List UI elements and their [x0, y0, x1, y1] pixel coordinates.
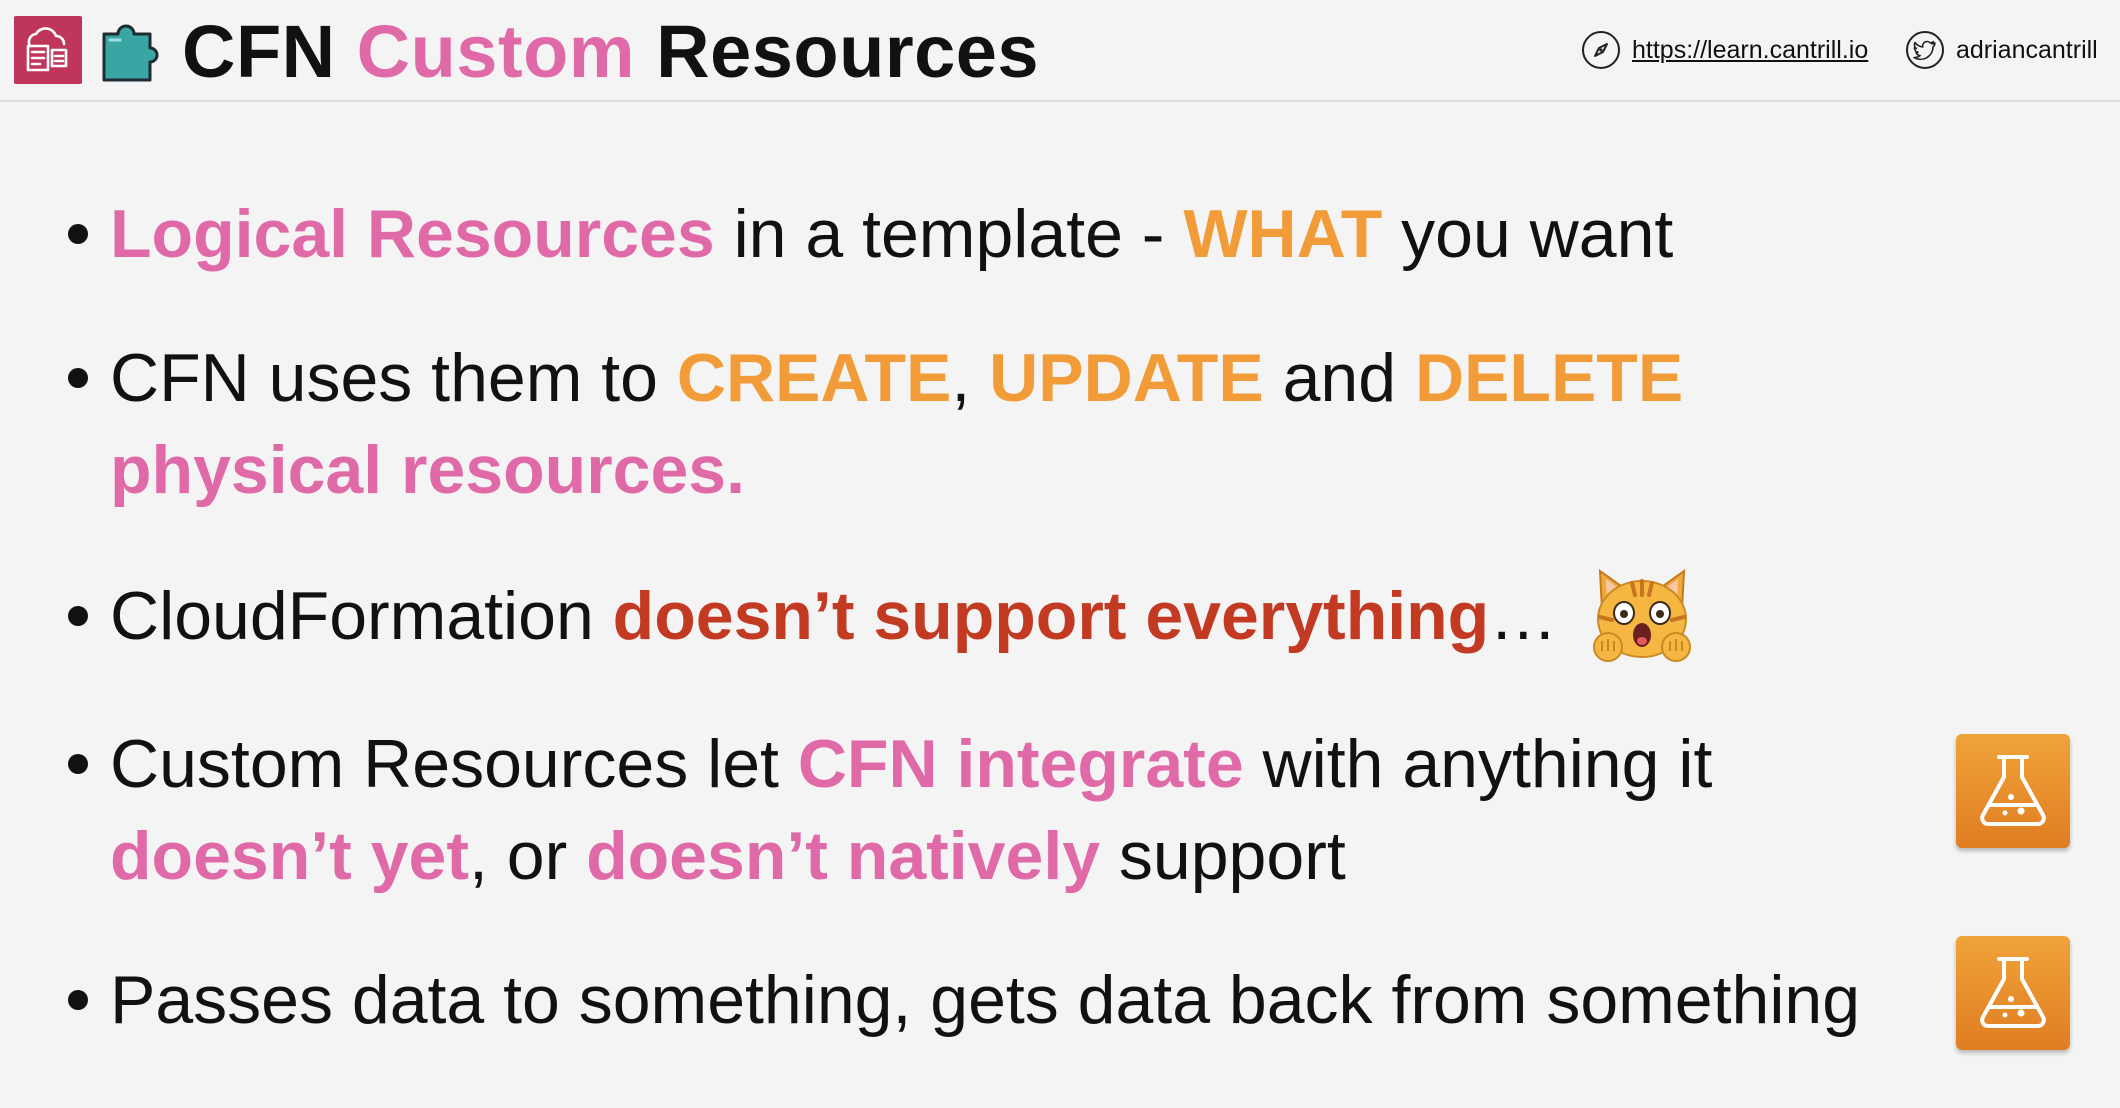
- lab-flask-icon[interactable]: [1956, 936, 2070, 1050]
- bullet-text: CloudFormation: [110, 578, 613, 654]
- twitter-group[interactable]: adriancantrill: [1906, 28, 2098, 72]
- bullet-text: Logical Resources: [110, 196, 715, 272]
- header: CFN Custom Resources https://learn.cantr…: [0, 0, 2120, 102]
- compass-icon: [1582, 31, 1620, 69]
- lab-flask-icon[interactable]: [1956, 734, 2070, 848]
- puzzle-icon: [100, 14, 160, 84]
- bullet-text: CREATE: [676, 340, 952, 416]
- bullet-text: Custom Resources let: [110, 726, 798, 802]
- astonished-cat-emoji-icon: [1590, 565, 1694, 665]
- title-cfn: CFN: [182, 10, 336, 93]
- bullet-text: doesn’t yet: [110, 818, 469, 894]
- bullet-text: Passes data to something, gets data back…: [110, 962, 1861, 1038]
- bullet-passes-data: Passes data to something, gets data back…: [62, 954, 1942, 1046]
- bullet-cloudformation-support: CloudFormation doesn’t support everythin…: [62, 569, 1942, 665]
- bullet-text: with anything it: [1243, 726, 1713, 802]
- twitter-handle[interactable]: adriancantrill: [1956, 36, 2098, 65]
- bullet-text: support: [1100, 818, 1346, 894]
- bullet-text: physical resources.: [110, 432, 746, 508]
- bullet-text: you want: [1382, 196, 1674, 272]
- bullet-text: , or: [468, 818, 587, 894]
- page-title: CFN Custom Resources: [182, 2, 1039, 102]
- aws-management-logo-icon: [14, 16, 82, 84]
- bullet-text: CFN integrate: [797, 726, 1244, 802]
- bullet-text: UPDATE: [989, 340, 1264, 416]
- bullet-logical-resources: Logical Resources in a template - WHAT y…: [62, 188, 1942, 280]
- website-link[interactable]: https://learn.cantrill.io: [1632, 36, 1868, 65]
- bullet-text: …: [1489, 578, 1558, 654]
- bullet-text: and: [1263, 340, 1415, 416]
- bullet-text: WHAT: [1183, 196, 1383, 272]
- bullet-text: doesn’t support everything: [612, 578, 1490, 654]
- twitter-bird-icon: [1906, 31, 1944, 69]
- bullet-text: ,: [951, 340, 990, 416]
- bullet-text: CFN uses them to: [110, 340, 677, 416]
- title-resources: Resources: [656, 10, 1040, 93]
- bullet-cfn-uses: CFN uses them to CREATE, UPDATE and DELE…: [62, 332, 1942, 516]
- bullet-text: in a template -: [714, 196, 1184, 272]
- title-custom: Custom: [356, 10, 636, 93]
- bullet-text: DELETE: [1414, 340, 1684, 416]
- bullet-text: doesn’t natively: [586, 818, 1101, 894]
- bullet-custom-resources: Custom Resources let CFN integrate with …: [62, 718, 1782, 902]
- website-link-group[interactable]: https://learn.cantrill.io: [1582, 28, 1868, 72]
